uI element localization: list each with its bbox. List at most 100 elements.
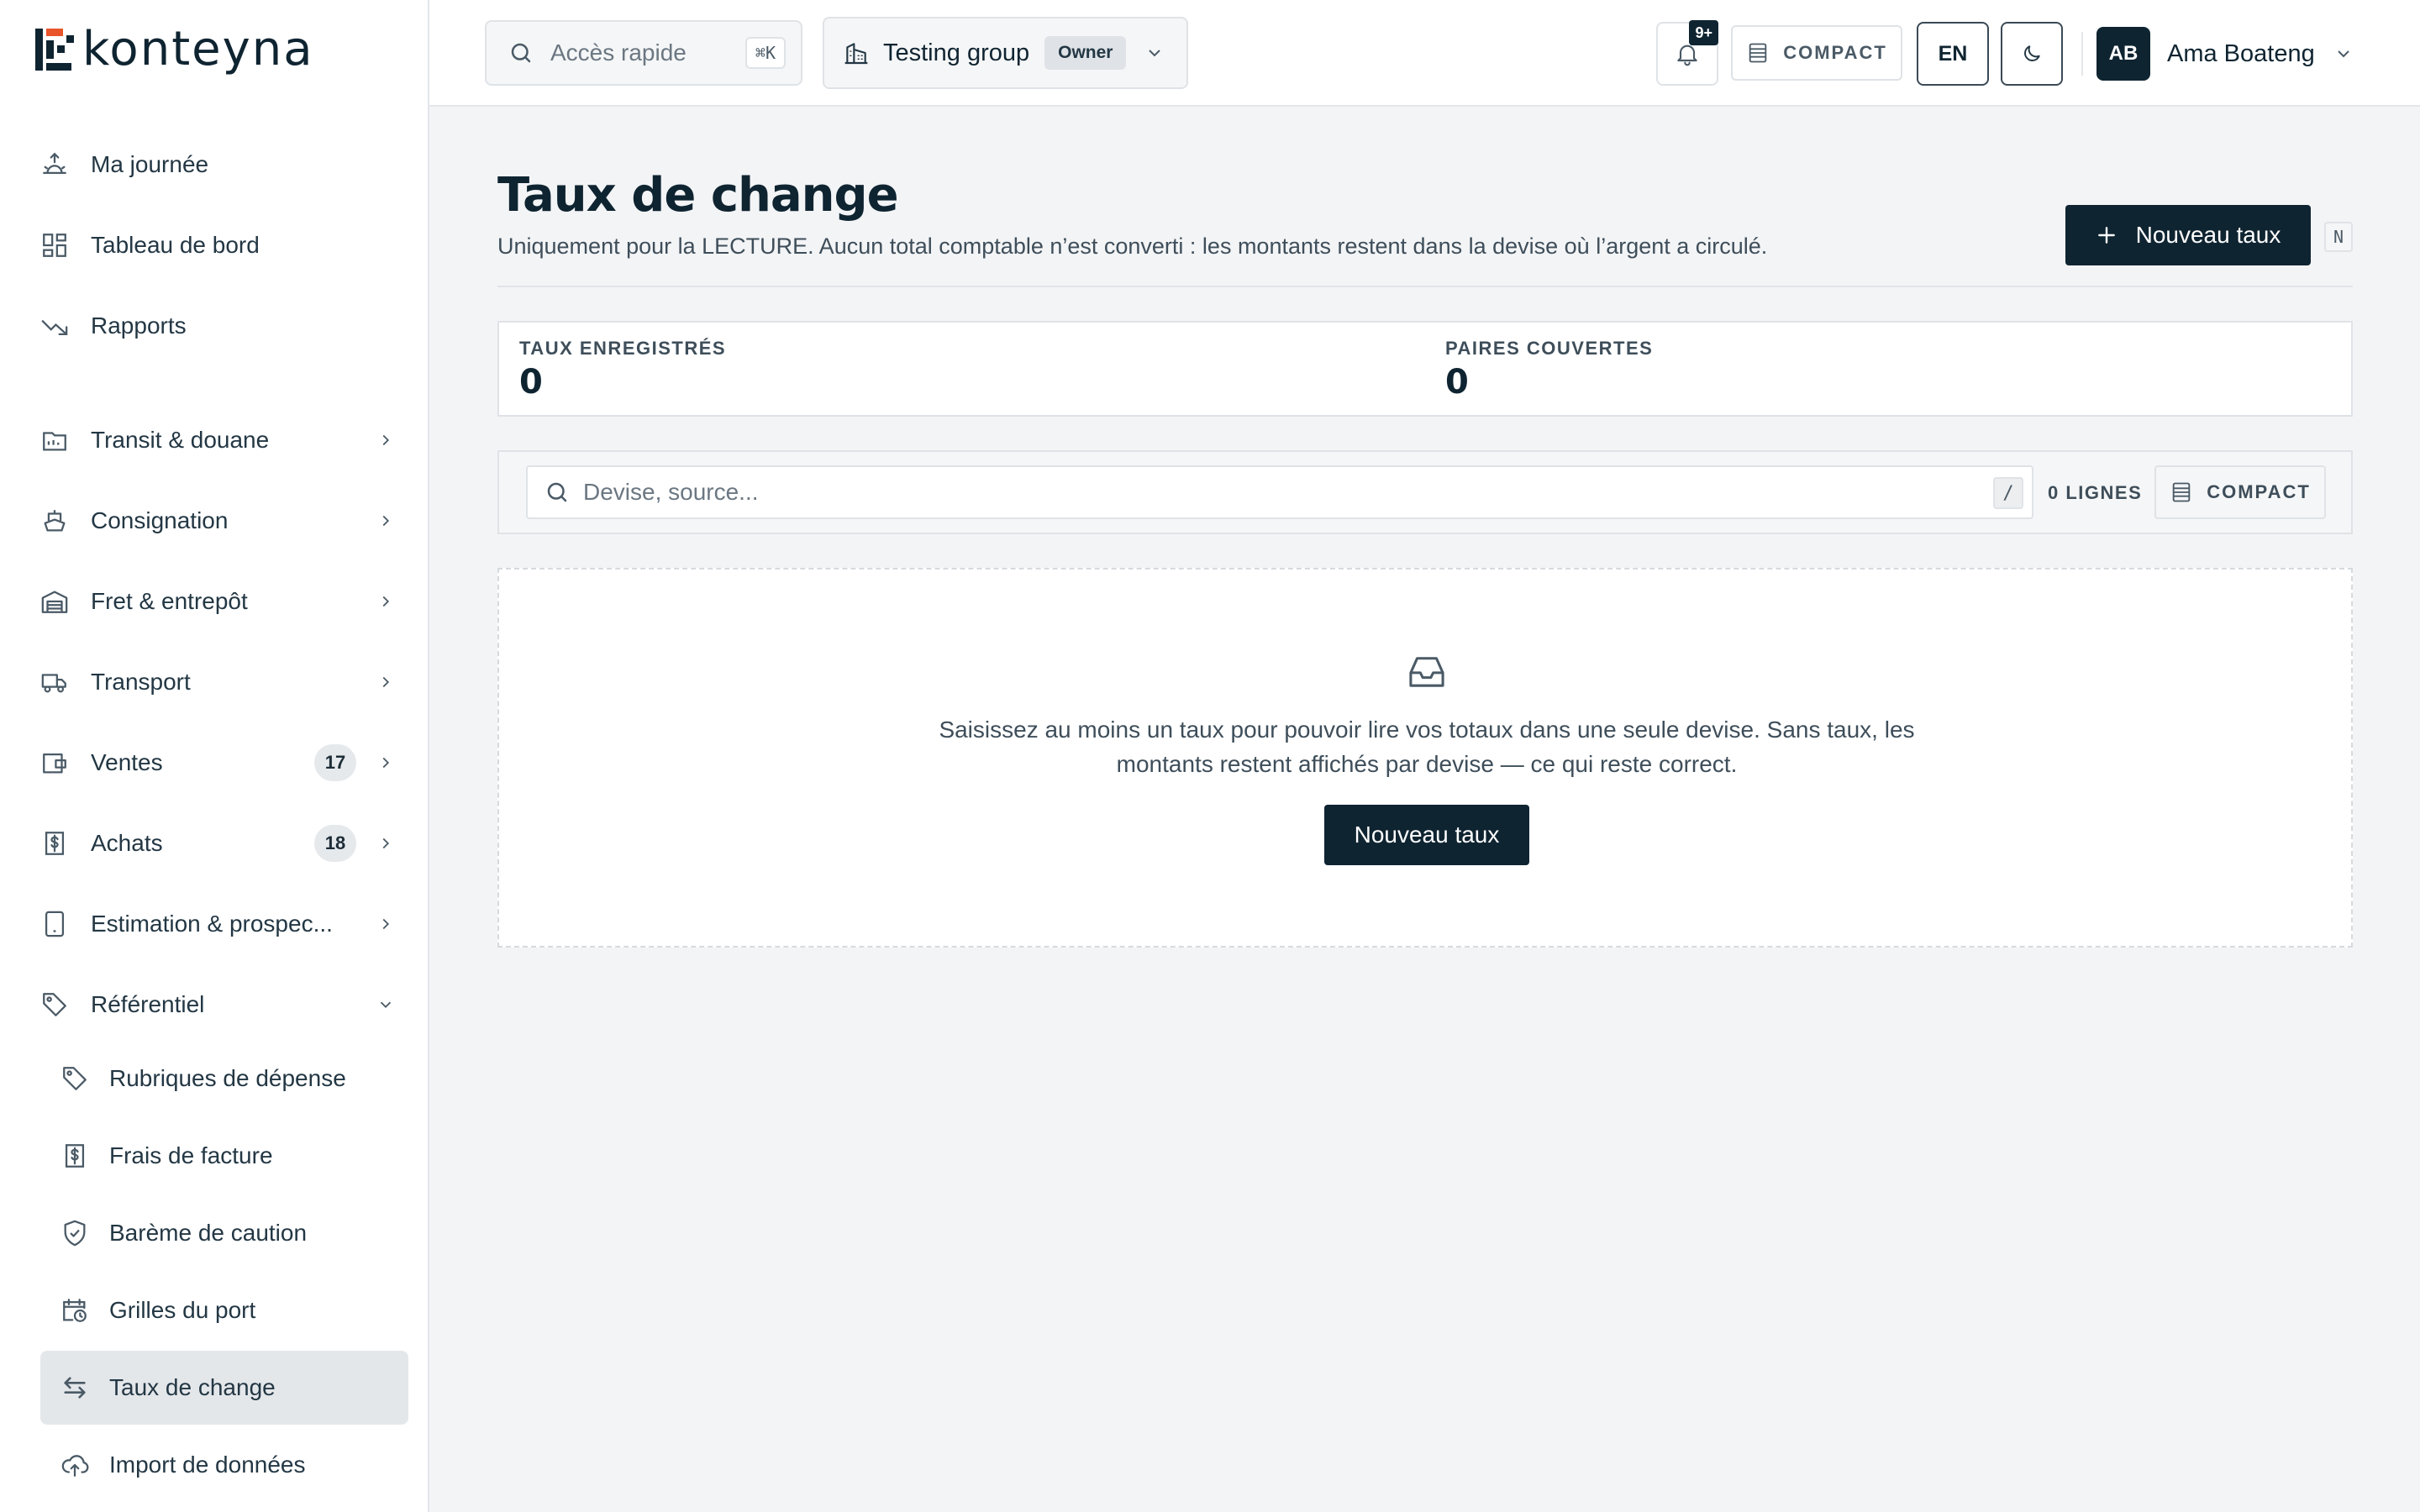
sidebar-subitem-frais-facture[interactable]: Frais de facture — [40, 1119, 408, 1193]
language-button[interactable]: EN — [1917, 22, 1989, 86]
logo-mark-icon — [35, 28, 74, 71]
sidebar-item-label: Rapports — [91, 312, 187, 339]
sidebar-item-label: Taux de change — [109, 1374, 276, 1400]
sidebar-item-tableau-de-bord[interactable]: Tableau de bord — [40, 218, 402, 272]
app-logo[interactable]: konteyna — [35, 22, 314, 76]
sidebar-item-label: Transit & douane — [91, 427, 270, 453]
sidebar-subitem-bareme-caution[interactable]: Barème de caution — [40, 1196, 408, 1270]
empty-state-message: Saisissez au moins un taux pour pouvoir … — [939, 717, 1915, 777]
sidebar-item-label: Fret & entrepôt — [91, 588, 248, 614]
page-title: Taux de change — [497, 168, 899, 223]
notifications-button[interactable]: 9+ — [1656, 20, 1718, 86]
sidebar-item-label: Transport — [91, 669, 191, 695]
search-field[interactable]: / — [526, 465, 2033, 519]
keyboard-shortcut: ⌘K — [744, 37, 786, 69]
search-icon — [547, 482, 567, 502]
list-density-icon — [1749, 43, 1767, 63]
customs-icon — [43, 432, 66, 451]
sidebar-item-label: Achats — [91, 830, 163, 856]
sidebar-item-label: Rubriques de dépense — [109, 1065, 346, 1091]
sidebar-item-label: Ma journée — [91, 151, 209, 177]
dollar-doc-icon — [65, 1144, 85, 1168]
dollar-doc-icon — [45, 832, 65, 855]
building-icon — [844, 43, 868, 65]
quick-access-search[interactable]: Accès rapide ⌘K — [485, 20, 802, 86]
calendar-clock-icon — [63, 1299, 87, 1322]
topbar-divider — [2081, 32, 2083, 76]
list-density-icon — [2172, 482, 2191, 502]
sidebar-item-label: Grilles du port — [109, 1297, 256, 1323]
truck-icon — [41, 674, 66, 693]
cloud-upload-icon — [61, 1455, 89, 1477]
logo-text: konteyna — [82, 22, 314, 76]
density-toggle-button[interactable]: COMPACT — [1731, 25, 1902, 81]
inbox-icon — [1409, 657, 1444, 687]
chevron-right-icon — [382, 837, 390, 849]
dashboard-icon — [43, 234, 66, 257]
group-name: Testing group — [883, 39, 1030, 66]
chevron-right-icon — [382, 596, 390, 607]
tablet-icon — [45, 911, 65, 937]
sidebar-subitem-taux-de-change[interactable]: Taux de change — [40, 1351, 408, 1425]
chevron-right-icon — [382, 434, 390, 446]
stats-panel: TAUX ENREGISTRÉS 0 PAIRES COUVERTES 0 — [497, 321, 2353, 417]
sunrise-icon — [43, 152, 66, 175]
sidebar-item-rapports[interactable]: Rapports — [40, 299, 402, 353]
theme-toggle-button[interactable] — [2001, 22, 2063, 86]
user-name: Ama Boateng — [2167, 39, 2315, 67]
sidebar-item-fret-entrepot[interactable]: Fret & entrepôt — [40, 575, 402, 628]
new-rate-button[interactable]: Nouveau taux — [2065, 205, 2311, 265]
ship-icon — [44, 510, 66, 532]
tag-icon — [63, 1067, 87, 1090]
stat-label: PAIRES COUVERTES — [1445, 338, 1654, 359]
tag-icon — [43, 993, 66, 1016]
chevron-right-icon — [382, 757, 390, 769]
stat-label: TAUX ENREGISTRÉS — [519, 338, 727, 359]
trend-down-icon — [41, 320, 68, 336]
chevron-down-icon — [2338, 50, 2349, 58]
sidebar-item-label: Consignation — [91, 507, 229, 533]
table-density-button[interactable]: COMPACT — [2154, 465, 2326, 519]
sidebar-item-label: Estimation & prospec... — [91, 911, 333, 937]
empty-state: Saisissez au moins un taux pour pouvoir … — [497, 568, 2353, 948]
filter-bar: / 0 LIGNES COMPACT — [497, 450, 2353, 534]
notification-count-badge: 9+ — [1689, 20, 1718, 45]
empty-new-rate-button[interactable]: Nouveau taux — [1324, 805, 1529, 865]
sidebar-subitem-import-donnees[interactable]: Import de données — [40, 1428, 408, 1502]
chevron-down-icon — [1149, 50, 1161, 57]
sidebar-item-transport[interactable]: Transport — [40, 655, 402, 709]
top-bar: Accès rapide ⌘K Testing group Owner 9+ C… — [429, 0, 2420, 107]
row-count: 0 LIGNES — [2048, 482, 2143, 503]
stat-value: 0 — [1445, 363, 1469, 402]
role-badge: Owner — [1044, 36, 1127, 70]
sidebar-subitem-rubriques-depense[interactable]: Rubriques de dépense — [40, 1042, 408, 1116]
density-label: COMPACT — [2207, 481, 2311, 502]
group-switcher[interactable]: Testing group Owner — [823, 17, 1188, 89]
sidebar-item-label: Référentiel — [91, 991, 205, 1017]
sidebar-item-referentiel[interactable]: Référentiel — [40, 978, 402, 1032]
shield-check-icon — [64, 1220, 86, 1247]
sidebar-item-label: Tableau de bord — [91, 232, 260, 258]
quick-access-placeholder: Accès rapide — [550, 39, 687, 66]
stat-value: 0 — [519, 363, 543, 402]
moon-icon — [2024, 45, 2040, 61]
swap-arrows-icon — [64, 1377, 86, 1399]
user-menu[interactable]: AB Ama Boateng — [2096, 27, 2354, 81]
count-badge: 18 — [314, 825, 356, 862]
search-icon — [511, 43, 531, 63]
chevron-right-icon — [382, 918, 390, 930]
sidebar-item-estimation-prospection[interactable]: Estimation & prospec... — [40, 897, 402, 951]
sidebar-item-label: Import de données — [109, 1452, 306, 1478]
sidebar-item-transit-douane[interactable]: Transit & douane — [40, 413, 402, 467]
sidebar-item-ma-journee[interactable]: Ma journée — [40, 138, 402, 192]
sidebar-item-achats[interactable]: Achats 18 — [40, 816, 402, 870]
chevron-right-icon — [382, 515, 390, 527]
sidebar-subitem-grilles-port[interactable]: Grilles du port — [40, 1273, 408, 1347]
search-input[interactable] — [583, 479, 1970, 506]
sidebar-item-label: Frais de facture — [109, 1142, 273, 1168]
sidebar-item-consignation[interactable]: Consignation — [40, 494, 402, 548]
stat-rates: TAUX ENREGISTRÉS 0 — [519, 338, 726, 402]
wallet-icon — [43, 753, 66, 774]
plus-icon — [2097, 227, 2115, 244]
sidebar-item-ventes[interactable]: Ventes 17 — [40, 736, 402, 790]
